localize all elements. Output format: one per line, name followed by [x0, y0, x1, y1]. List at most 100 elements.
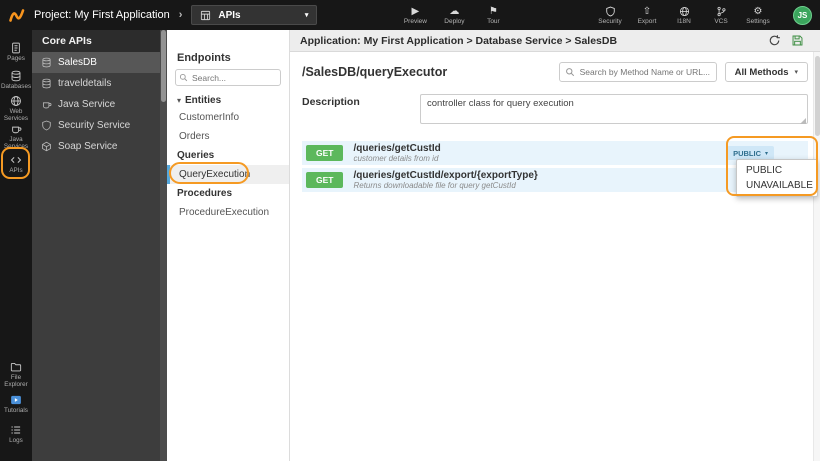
resize-handle[interactable]	[800, 118, 806, 124]
globe-icon	[11, 95, 21, 106]
module-selector-dropdown[interactable]: APIs ▾	[191, 5, 318, 25]
tour-button[interactable]: ⚑ Tour	[481, 6, 505, 25]
page-title: /SalesDB/queryExecutor	[302, 65, 448, 79]
tutorials-play-icon	[11, 395, 21, 405]
pages-icon	[12, 42, 20, 54]
service-item-soap-service[interactable]: Soap Service	[32, 136, 160, 157]
endpoints-panel: Endpoints ▾ Entities CustomerInfo Orders…	[167, 30, 290, 461]
api-code-icon	[10, 157, 22, 163]
endpoint-row-getcustid-export[interactable]: GET /queries/getCustId/export/{exportTyp…	[302, 168, 808, 192]
database-icon	[42, 57, 51, 68]
panel-scrollbar	[160, 30, 167, 461]
vcs-button[interactable]: VCS	[709, 6, 733, 25]
visibility-option-public[interactable]: PUBLIC	[737, 163, 817, 178]
sidebar-item-pages[interactable]: Pages	[0, 38, 32, 66]
sidebar-item-web-services[interactable]: Web Services	[0, 94, 32, 122]
logs-list-icon	[11, 426, 21, 434]
sidebar-item-logs[interactable]: Logs	[0, 419, 32, 449]
endpoint-item-customerinfo[interactable]: CustomerInfo	[167, 108, 289, 127]
method-badge: GET	[306, 145, 344, 161]
search-icon	[179, 73, 188, 82]
endpoint-path: /queries/getCustId/export/{exportType}	[353, 169, 538, 181]
flag-icon: ⚑	[488, 5, 498, 17]
visibility-option-unavailable[interactable]: UNAVAILABLE	[737, 178, 817, 193]
endpoint-subtitle: customer details from id	[353, 153, 439, 163]
endpoint-item-procedureexecution[interactable]: ProcedureExecution	[167, 203, 289, 222]
apis-grid-icon	[201, 10, 211, 20]
sidebar-item-databases[interactable]: Databases	[0, 66, 32, 94]
caret-down-icon: ▾	[304, 12, 309, 19]
save-button[interactable]	[791, 34, 804, 47]
i18n-button[interactable]: I18N	[672, 6, 696, 25]
preview-button[interactable]: ▶ Preview	[403, 6, 427, 25]
description-field-wrap: controller class for query execution	[420, 94, 808, 129]
breadcrumb: Application: My First Application > Data…	[300, 34, 618, 47]
save-icon	[792, 35, 803, 46]
service-content: /SalesDB/queryExecutor All Methods ▾ Des…	[290, 52, 820, 461]
sidebar-item-apis[interactable]: APIs	[0, 150, 32, 178]
app-window: Project: My First Application › APIs ▾ ▶…	[0, 0, 820, 461]
shield-icon	[42, 120, 51, 131]
globe-icon	[679, 6, 689, 16]
description-label: Description	[302, 96, 360, 108]
module-selector-label: APIs	[218, 9, 241, 21]
service-item-security-service[interactable]: Security Service	[32, 115, 160, 136]
service-item-salesdb[interactable]: SalesDB	[32, 52, 160, 73]
chevron-right-icon: ›	[178, 9, 183, 21]
sidebar-item-java-services[interactable]: Java Services	[0, 122, 32, 150]
refresh-button[interactable]	[768, 34, 781, 47]
settings-button[interactable]: ⚙ Settings	[746, 6, 770, 25]
database-icon	[42, 78, 51, 89]
main-panel: Application: My First Application > Data…	[290, 30, 820, 461]
coffee-icon	[42, 102, 52, 109]
export-arrow-icon: ⇧	[642, 5, 652, 17]
export-button[interactable]: ⇧ Export	[635, 6, 659, 25]
scrollbar-thumb[interactable]	[815, 56, 820, 136]
security-button[interactable]: Security	[598, 6, 622, 25]
shield-icon	[605, 6, 615, 16]
breadcrumb-bar: Application: My First Application > Data…	[290, 30, 820, 52]
endpoint-path: /queries/getCustId	[353, 142, 441, 154]
visibility-dropdown[interactable]: PUBLIC ▾	[727, 146, 774, 160]
play-icon: ▶	[411, 5, 420, 17]
queries-section-header: Queries	[177, 150, 215, 161]
services-panel-title: Core APIs	[32, 30, 160, 52]
procedures-section-header: Procedures	[177, 188, 233, 199]
all-methods-dropdown[interactable]: All Methods ▾	[724, 62, 808, 82]
cube-icon	[42, 141, 51, 152]
description-textarea[interactable]: controller class for query execution	[420, 94, 808, 124]
main-scrollbar	[813, 52, 820, 461]
scrollbar-thumb[interactable]	[161, 30, 166, 102]
service-item-traveldetails[interactable]: traveldetails	[32, 73, 160, 94]
entities-section-header[interactable]: ▾ Entities	[167, 92, 289, 108]
user-avatar[interactable]: JS	[793, 5, 812, 25]
icon-rail: Pages Databases Web Services Java Servic…	[0, 30, 32, 461]
database-icon	[11, 70, 21, 82]
sidebar-item-file-explorer[interactable]: File Explorer	[0, 359, 32, 389]
gear-icon: ⚙	[753, 5, 763, 17]
service-item-java-service[interactable]: Java Service	[32, 94, 160, 115]
endpoint-item-orders[interactable]: Orders	[167, 127, 289, 146]
endpoint-search	[175, 69, 281, 86]
project-title: Project: My First Application	[34, 9, 170, 21]
endpoint-search-input[interactable]	[175, 69, 281, 86]
endpoints-title: Endpoints	[177, 52, 231, 64]
caret-down-icon: ▾	[177, 95, 182, 105]
folder-icon	[10, 362, 22, 371]
endpoint-row-getcustid[interactable]: GET /queries/getCustId customer details …	[302, 141, 808, 165]
topbar: Project: My First Application › APIs ▾ ▶…	[0, 0, 820, 30]
search-icon	[565, 68, 574, 77]
method-search-input[interactable]	[558, 62, 717, 82]
method-search	[558, 62, 717, 82]
visibility-menu: PUBLIC UNAVAILABLE	[736, 159, 818, 197]
caret-down-icon: ▾	[764, 150, 768, 157]
sidebar-item-tutorials[interactable]: Tutorials	[0, 389, 32, 419]
caret-down-icon: ▾	[794, 69, 798, 76]
endpoint-item-queryexecution[interactable]: QueryExecution	[167, 165, 289, 184]
refresh-icon	[769, 35, 780, 46]
endpoint-subtitle: Returns downloadable file for query getC…	[353, 180, 516, 190]
services-panel: Core APIs SalesDB traveldetails Java Ser…	[32, 30, 160, 461]
coffee-icon	[12, 126, 22, 133]
deploy-button[interactable]: ☁ Deploy	[442, 6, 466, 25]
cloud-upload-icon: ☁	[449, 5, 460, 17]
